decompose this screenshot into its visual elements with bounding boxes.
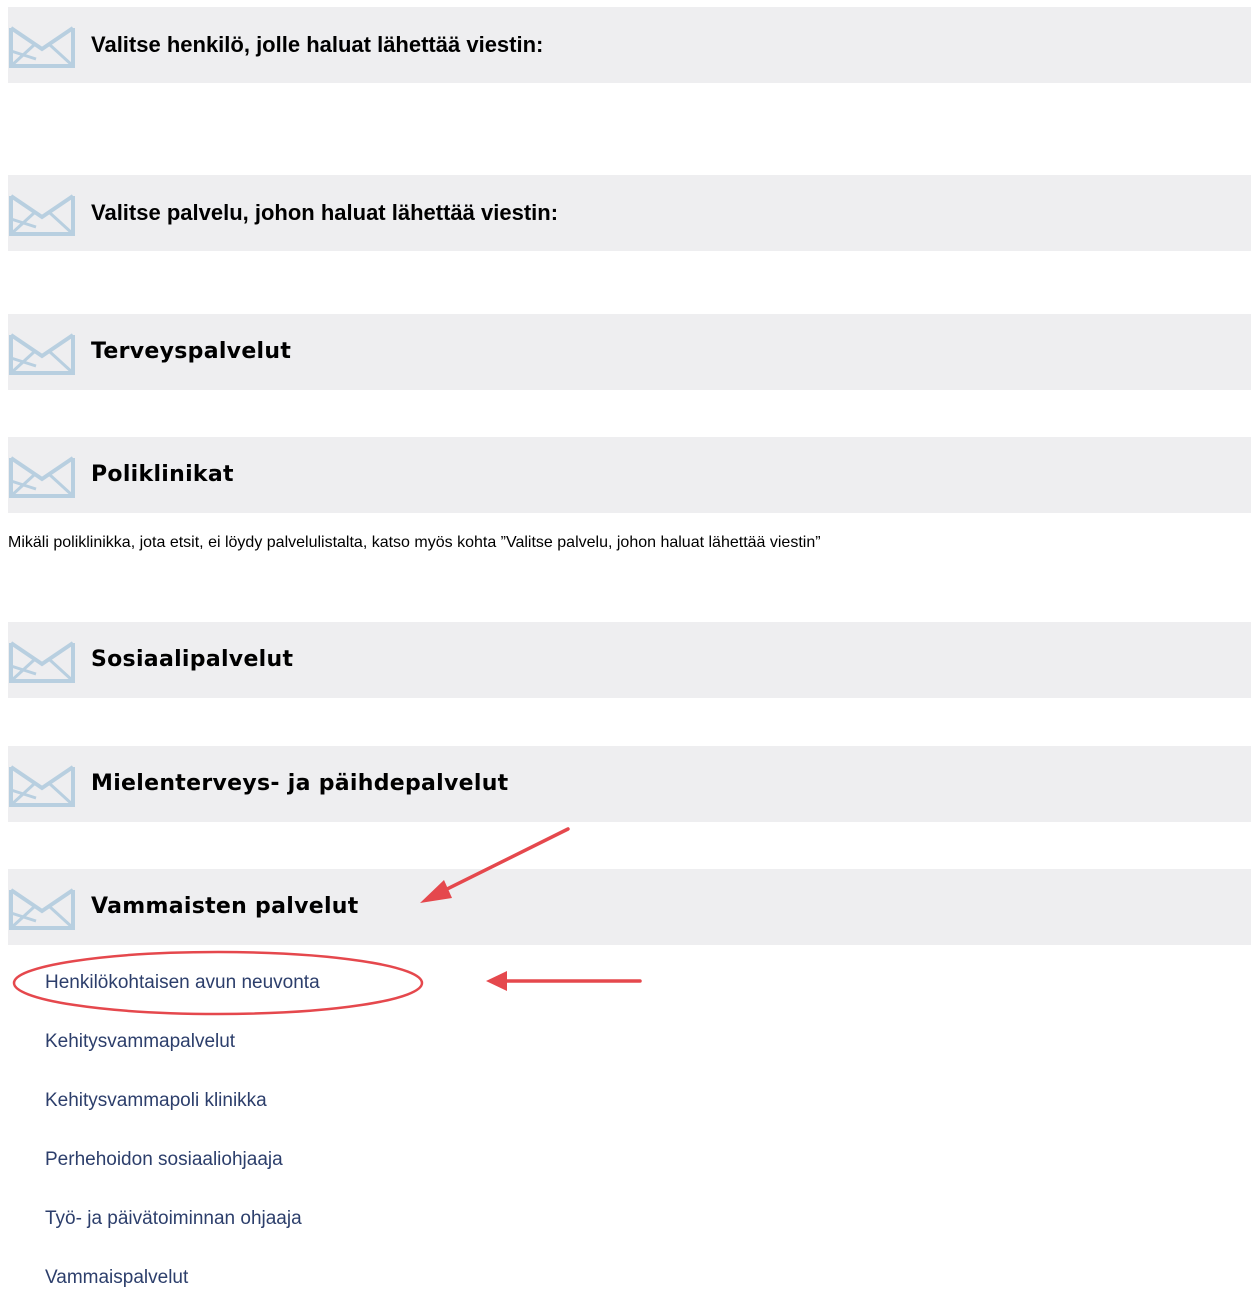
arrow-to-section: [420, 827, 570, 903]
arrow-to-item: [486, 971, 642, 991]
highlight-ellipse: [12, 950, 424, 1016]
annotation-overlay: [12, 827, 642, 1016]
